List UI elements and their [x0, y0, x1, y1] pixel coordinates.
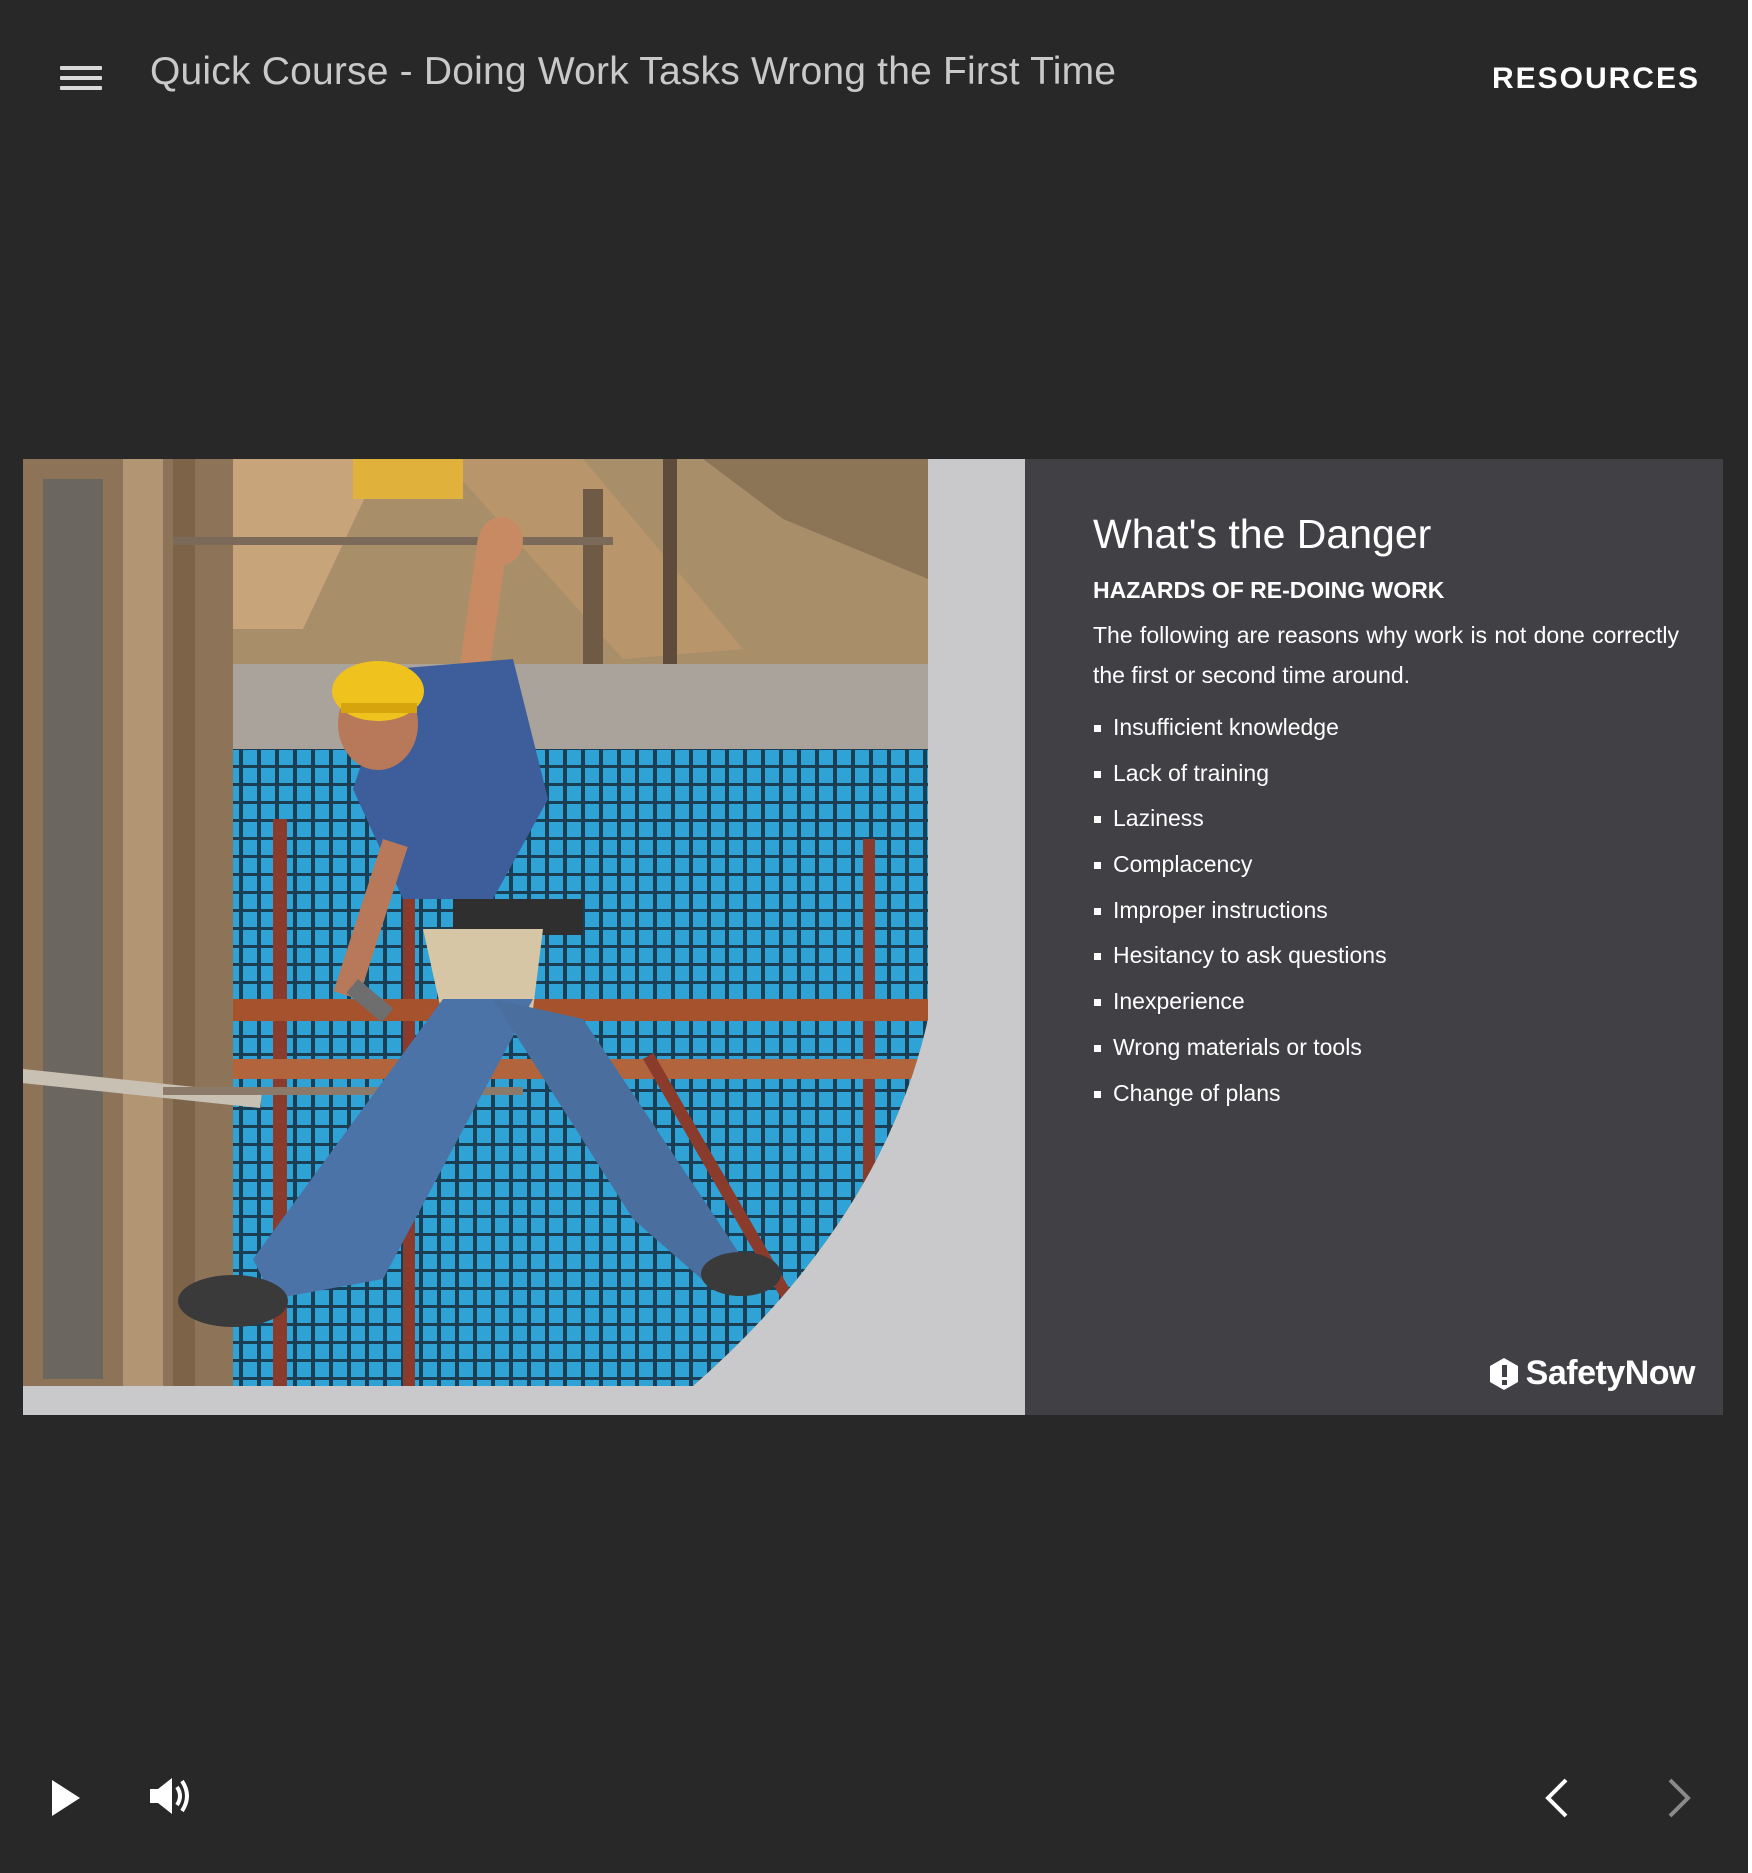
course-player: Quick Course - Doing Work Tasks Wrong th… — [0, 0, 1752, 1873]
slide-heading: What's the Danger — [1093, 511, 1432, 557]
hamburger-menu-icon-bar — [60, 76, 102, 80]
slide-intro-text: The following are reasons why work is no… — [1093, 622, 1679, 688]
play-button[interactable] — [48, 1776, 84, 1820]
list-item: Hesitancy to ask questions — [1093, 933, 1387, 979]
hamburger-menu-icon-bar — [60, 86, 102, 90]
hamburger-menu-icon — [60, 66, 102, 70]
reasons-list: Insufficient knowledge Lack of training … — [1093, 705, 1387, 1116]
menu-button[interactable] — [58, 62, 106, 96]
list-item: Change of plans — [1093, 1071, 1387, 1117]
volume-icon — [150, 1778, 189, 1814]
previous-slide-button[interactable] — [1540, 1776, 1576, 1820]
play-icon — [52, 1780, 80, 1816]
resources-button[interactable]: RESOURCES — [1492, 62, 1700, 96]
next-slide-button[interactable] — [1660, 1776, 1696, 1820]
list-item: Complacency — [1093, 842, 1387, 888]
slide-subheading: HAZARDS OF RE-DOING WORK — [1093, 577, 1445, 603]
window-edge — [1748, 0, 1752, 1873]
volume-button[interactable] — [148, 1775, 194, 1817]
safetynow-logo: SafetyNow — [1486, 1354, 1696, 1393]
list-item: Lack of training — [1093, 751, 1387, 797]
list-item: Insufficient knowledge — [1093, 705, 1387, 751]
course-title: Quick Course - Doing Work Tasks Wrong th… — [150, 50, 1117, 93]
list-item: Improper instructions — [1093, 888, 1387, 934]
chevron-left-icon — [1545, 1778, 1568, 1818]
slide-bottom-strip — [23, 1386, 1025, 1415]
list-item: Wrong materials or tools — [1093, 1025, 1387, 1071]
shield-alert-icon — [1489, 1357, 1518, 1390]
list-item: Inexperience — [1093, 979, 1387, 1025]
slide-text-panel: What's the Danger HAZARDS OF RE-DOING WO… — [1025, 459, 1723, 1415]
slide: What's the Danger HAZARDS OF RE-DOING WO… — [23, 459, 1723, 1415]
list-item: Laziness — [1093, 796, 1387, 842]
construction-worker-photo — [23, 459, 928, 1386]
brand-name: SafetyNow — [1525, 1354, 1696, 1392]
chevron-right-icon — [1668, 1778, 1691, 1818]
